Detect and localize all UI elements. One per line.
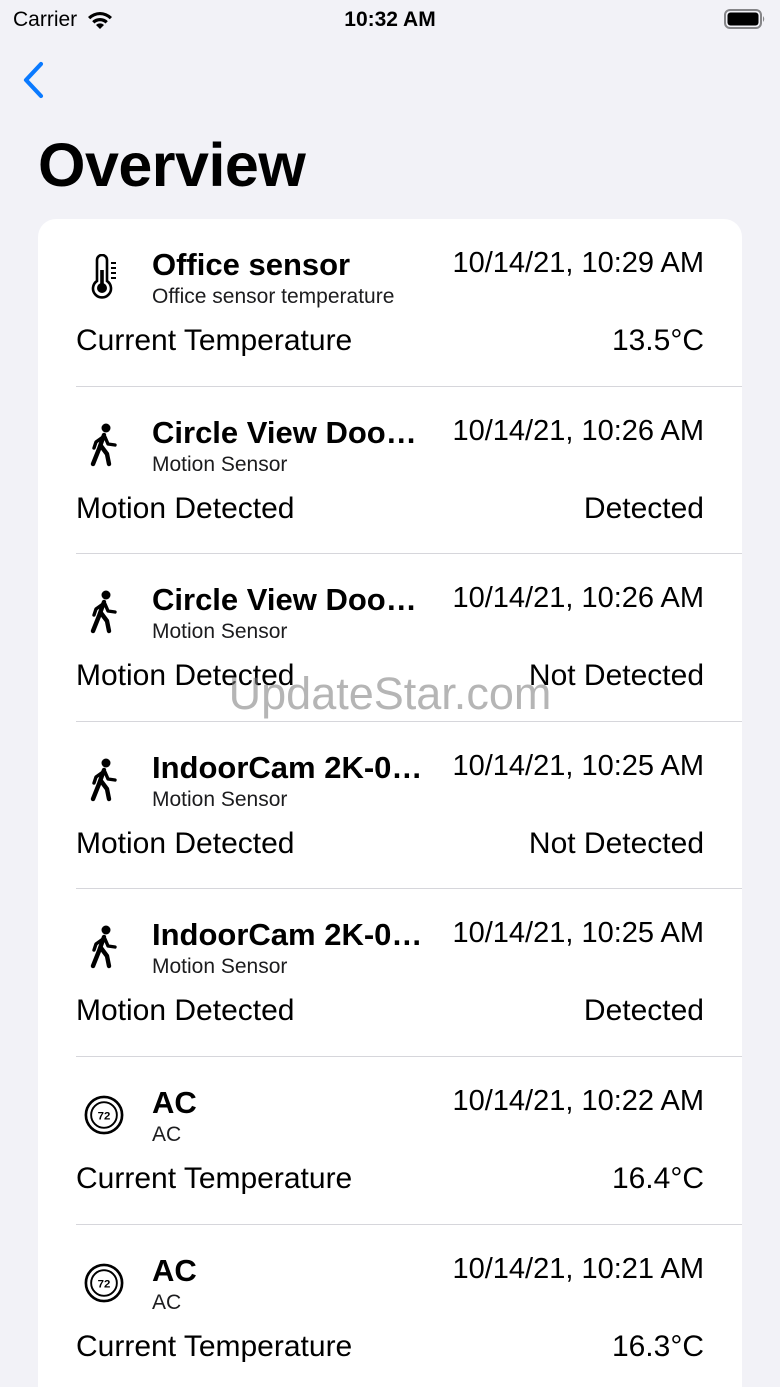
device-subtitle: Motion Sensor	[152, 787, 288, 811]
device-subtitle: AC	[152, 1290, 182, 1314]
event-timestamp: 10/14/21, 10:22 AM	[452, 1084, 704, 1117]
characteristic-label: Current Temperature	[76, 1161, 353, 1195]
device-subtitle: AC	[152, 1122, 182, 1146]
row-icon	[84, 756, 124, 804]
walking-person-icon	[90, 758, 117, 801]
characteristic-label: Motion Detected	[76, 826, 295, 860]
characteristic-label: Motion Detected	[76, 659, 295, 693]
characteristic-label: Current Temperature	[76, 1329, 353, 1363]
list-item[interactable]: IndoorCam 2K-0… Motion Sensor 10/14/21, …	[38, 889, 742, 1057]
device-name: Office sensor	[152, 247, 351, 282]
row-icon	[84, 923, 124, 971]
list-item[interactable]: IndoorCam 2K-0… Motion Sensor 10/14/21, …	[38, 722, 742, 890]
characteristic-value: 16.3°C	[611, 1329, 704, 1363]
characteristic-label: Motion Detected	[76, 994, 295, 1028]
svg-text:72: 72	[98, 1278, 111, 1290]
characteristic-value: 13.5°C	[611, 324, 704, 357]
walking-person-icon	[90, 590, 117, 634]
event-timestamp: 10/14/21, 10:21 AM	[452, 1252, 704, 1285]
row-icon	[84, 421, 124, 469]
device-subtitle: Motion Sensor	[152, 620, 288, 644]
row-icon	[84, 253, 124, 301]
battery-icon	[724, 9, 765, 29]
device-name: Circle View Door…	[152, 582, 428, 618]
walking-person-icon	[90, 423, 117, 466]
status-bar: Carrier 10:32 AM	[0, 0, 780, 40]
device-subtitle: Motion Sensor	[152, 452, 288, 476]
svg-text:72: 72	[98, 1110, 111, 1122]
device-name: IndoorCam 2K-0…	[152, 917, 423, 953]
device-name: AC	[152, 1084, 197, 1120]
row-icon: 72	[84, 1259, 124, 1307]
characteristic-label: Current Temperature	[76, 324, 353, 357]
event-timestamp: 10/14/21, 10:26 AM	[452, 414, 704, 447]
row-icon	[84, 588, 124, 636]
list-item[interactable]: Circle View Door… Motion Sensor 10/14/21…	[38, 554, 742, 722]
overview-list: Office sensor Office sensor temperature …	[38, 219, 742, 1387]
event-timestamp: 10/14/21, 10:25 AM	[452, 917, 704, 950]
characteristic-value: Detected	[583, 994, 704, 1028]
status-time: 10:32 AM	[344, 8, 436, 31]
back-button[interactable]	[20, 58, 56, 102]
device-subtitle: Office sensor temperature	[152, 285, 395, 308]
page-title: Overview	[38, 131, 306, 199]
walking-person-icon	[90, 925, 117, 969]
event-timestamp: 10/14/21, 10:29 AM	[452, 247, 704, 279]
list-item[interactable]: Circle View Door… Motion Sensor 10/14/21…	[38, 387, 742, 555]
list-item[interactable]: 72 AC AC 10/14/21, 10:22 AM Current Temp…	[38, 1057, 742, 1225]
characteristic-value: Not Detected	[528, 659, 704, 693]
characteristic-label: Motion Detected	[76, 491, 295, 525]
thermometer-icon	[91, 254, 116, 299]
device-subtitle: Motion Sensor	[152, 955, 288, 979]
device-name: Circle View Door…	[152, 414, 428, 450]
row-icon: 72	[84, 1091, 124, 1139]
characteristic-value: 16.4°C	[611, 1161, 704, 1195]
device-name: AC	[152, 1252, 197, 1288]
characteristic-value: Detected	[583, 491, 704, 525]
thermostat-icon: 72	[84, 1095, 124, 1135]
thermostat-icon: 72	[84, 1263, 124, 1302]
list-item[interactable]: 72 AC AC 10/14/21, 10:21 AM Current Temp…	[38, 1225, 742, 1387]
event-timestamp: 10/14/21, 10:25 AM	[452, 749, 704, 782]
screen: Carrier 10:32 AM Overview Office sensor …	[0, 0, 780, 1387]
characteristic-value: Not Detected	[528, 826, 704, 860]
event-timestamp: 10/14/21, 10:26 AM	[452, 582, 704, 615]
list-item[interactable]: Office sensor Office sensor temperature …	[38, 219, 742, 387]
device-name: IndoorCam 2K-0…	[152, 749, 423, 785]
chevron-left-icon	[23, 61, 44, 99]
